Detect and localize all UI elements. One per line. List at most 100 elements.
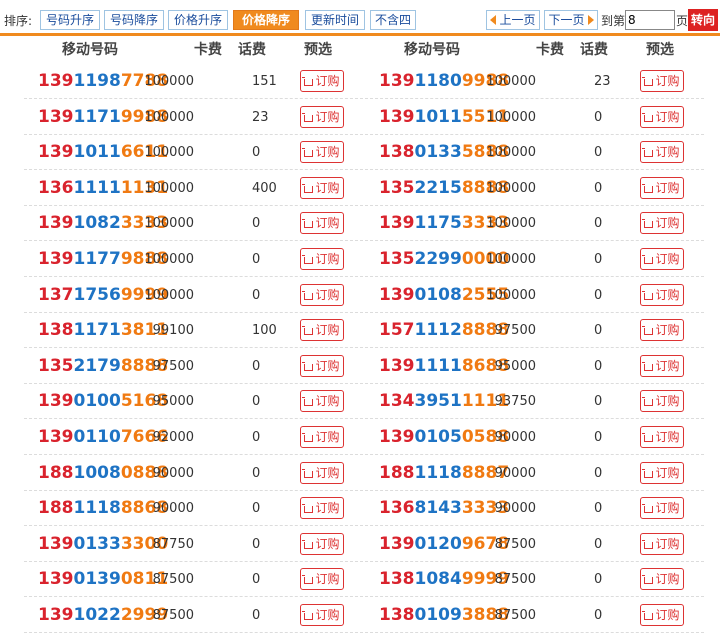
call-credit: 0 bbox=[252, 358, 261, 374]
table-row: 18811188868 90000 0 订购 13681433333 90000 0 订购 bbox=[24, 491, 704, 527]
call-credit: 0 bbox=[252, 572, 261, 588]
order-label: 订购 bbox=[655, 216, 680, 231]
cart-icon bbox=[302, 148, 314, 158]
phone-number-segment: 0139 bbox=[73, 569, 121, 590]
prev-page-button[interactable]: 上一页 bbox=[486, 10, 540, 30]
cart-icon bbox=[302, 504, 314, 514]
order-button[interactable]: 订购 bbox=[300, 105, 344, 128]
order-button[interactable]: 订购 bbox=[300, 70, 344, 92]
card-fee: 100000 bbox=[144, 180, 194, 196]
call-credit: 23 bbox=[252, 109, 269, 125]
card-fee: 99100 bbox=[152, 323, 194, 339]
order-button[interactable]: 订购 bbox=[300, 532, 344, 555]
phone-number-segment: 0110 bbox=[73, 427, 121, 447]
phone-number-segment: 1198 bbox=[73, 71, 121, 91]
goto-button[interactable]: 转向 bbox=[688, 9, 718, 31]
table-row: 13911779888 100000 0 订购 13522990000 100000 0 订购 bbox=[24, 242, 704, 277]
order-button[interactable]: 订购 bbox=[640, 176, 684, 199]
sort-updated-button[interactable]: 更新时间 bbox=[305, 10, 365, 30]
order-label: 订购 bbox=[315, 394, 340, 409]
order-label: 订购 bbox=[315, 608, 340, 622]
order-button[interactable]: 订购 bbox=[300, 390, 344, 413]
phone-number-segment: 1112 bbox=[414, 320, 462, 341]
call-credit: 100 bbox=[252, 323, 277, 339]
order-button[interactable]: 订购 bbox=[640, 497, 684, 520]
call-credit: 0 bbox=[252, 394, 261, 410]
order-button[interactable]: 订购 bbox=[640, 354, 684, 377]
sort-no-four-button[interactable]: 不含四 bbox=[370, 10, 416, 30]
order-button[interactable]: 订购 bbox=[640, 390, 684, 413]
cart-icon bbox=[642, 539, 654, 549]
card-fee: 100000 bbox=[144, 287, 194, 303]
order-label: 订购 bbox=[655, 465, 680, 480]
sort-number-asc-button[interactable]: 号码升序 bbox=[40, 10, 100, 30]
order-button[interactable]: 订购 bbox=[640, 426, 684, 448]
order-button[interactable]: 订购 bbox=[300, 354, 344, 377]
phone-number-segment: 139 bbox=[379, 427, 415, 447]
order-button[interactable]: 订购 bbox=[300, 319, 344, 342]
card-fee: 90000 bbox=[494, 430, 536, 445]
order-label: 订购 bbox=[315, 358, 340, 373]
card-fee: 95000 bbox=[494, 358, 536, 374]
sort-price-asc-button[interactable]: 价格升序 bbox=[168, 10, 228, 30]
phone-number-segment: 1084 bbox=[414, 569, 462, 590]
phone-number-segment: 1082 bbox=[73, 213, 121, 234]
order-label: 订购 bbox=[655, 501, 680, 516]
order-button[interactable]: 订购 bbox=[640, 70, 684, 92]
table-row: 13911719988 100000 23 订购 13910115511 100000 0 订… bbox=[24, 100, 704, 135]
call-credit: 0 bbox=[252, 536, 261, 552]
order-button[interactable]: 订购 bbox=[640, 105, 684, 128]
call-credit: 23 bbox=[594, 74, 611, 89]
cart-icon bbox=[642, 290, 654, 300]
call-credit: 0 bbox=[594, 145, 603, 161]
order-button[interactable]: 订购 bbox=[640, 532, 684, 555]
page-number-input[interactable] bbox=[625, 10, 675, 30]
order-button[interactable]: 订购 bbox=[640, 248, 684, 270]
order-label: 订购 bbox=[655, 109, 680, 124]
call-credit: 0 bbox=[252, 608, 261, 623]
order-label: 订购 bbox=[315, 252, 340, 266]
order-label: 订购 bbox=[315, 109, 340, 124]
order-label: 订购 bbox=[655, 536, 680, 551]
order-button[interactable]: 订购 bbox=[640, 461, 684, 484]
cart-icon bbox=[642, 183, 654, 193]
phone-number-segment: 188 bbox=[38, 462, 74, 483]
next-page-button[interactable]: 下一页 bbox=[544, 10, 598, 30]
card-fee: 100000 bbox=[144, 252, 194, 267]
phone-number-segment: 139 bbox=[379, 106, 415, 127]
sort-price-desc-button[interactable]: 价格降序 bbox=[233, 10, 299, 30]
toolbar: 排序: 号码升序号码降序价格升序价格降序更新时间不含四 上一页 下一页 到第 页… bbox=[0, 0, 720, 36]
order-button[interactable]: 订购 bbox=[300, 426, 344, 448]
table-row: 13911987788 100000 151 订购 13911809988 100000 2… bbox=[24, 64, 704, 99]
order-label: 订购 bbox=[315, 145, 340, 160]
order-button[interactable]: 订购 bbox=[300, 141, 344, 164]
order-button[interactable]: 订购 bbox=[640, 319, 684, 342]
call-credit: 0 bbox=[252, 287, 261, 303]
phone-number-segment: 0120 bbox=[414, 533, 462, 554]
call-credit: 151 bbox=[252, 74, 277, 89]
table-row: 13901005168 95000 0 订购 13439511111 93750 0 订购 bbox=[24, 384, 704, 420]
order-button[interactable]: 订购 bbox=[640, 283, 684, 306]
call-credit: 0 bbox=[252, 501, 261, 517]
cart-icon bbox=[302, 326, 314, 336]
order-button[interactable]: 订购 bbox=[300, 248, 344, 270]
card-fee: 92000 bbox=[152, 430, 194, 445]
header-fee-right: 话费 bbox=[580, 42, 608, 58]
sort-number-desc-button[interactable]: 号码降序 bbox=[104, 10, 164, 30]
order-button[interactable]: 订购 bbox=[640, 141, 684, 164]
order-button[interactable]: 订购 bbox=[300, 283, 344, 306]
order-label: 订购 bbox=[655, 394, 680, 409]
phone-number-segment: 1111 bbox=[73, 177, 121, 198]
order-button[interactable]: 订购 bbox=[640, 568, 684, 591]
order-button[interactable]: 订购 bbox=[300, 461, 344, 484]
goto-prefix: 到第 bbox=[601, 14, 626, 28]
order-button[interactable]: 订购 bbox=[300, 568, 344, 591]
phone-number-segment: 1011 bbox=[73, 142, 121, 163]
phone-number-segment: 139 bbox=[379, 284, 415, 305]
order-button[interactable]: 订购 bbox=[300, 497, 344, 520]
phone-number-segment: 139 bbox=[38, 71, 74, 91]
order-button[interactable]: 订购 bbox=[300, 176, 344, 199]
cart-icon bbox=[302, 77, 314, 86]
order-button[interactable]: 订购 bbox=[640, 212, 684, 235]
order-button[interactable]: 订购 bbox=[300, 212, 344, 235]
